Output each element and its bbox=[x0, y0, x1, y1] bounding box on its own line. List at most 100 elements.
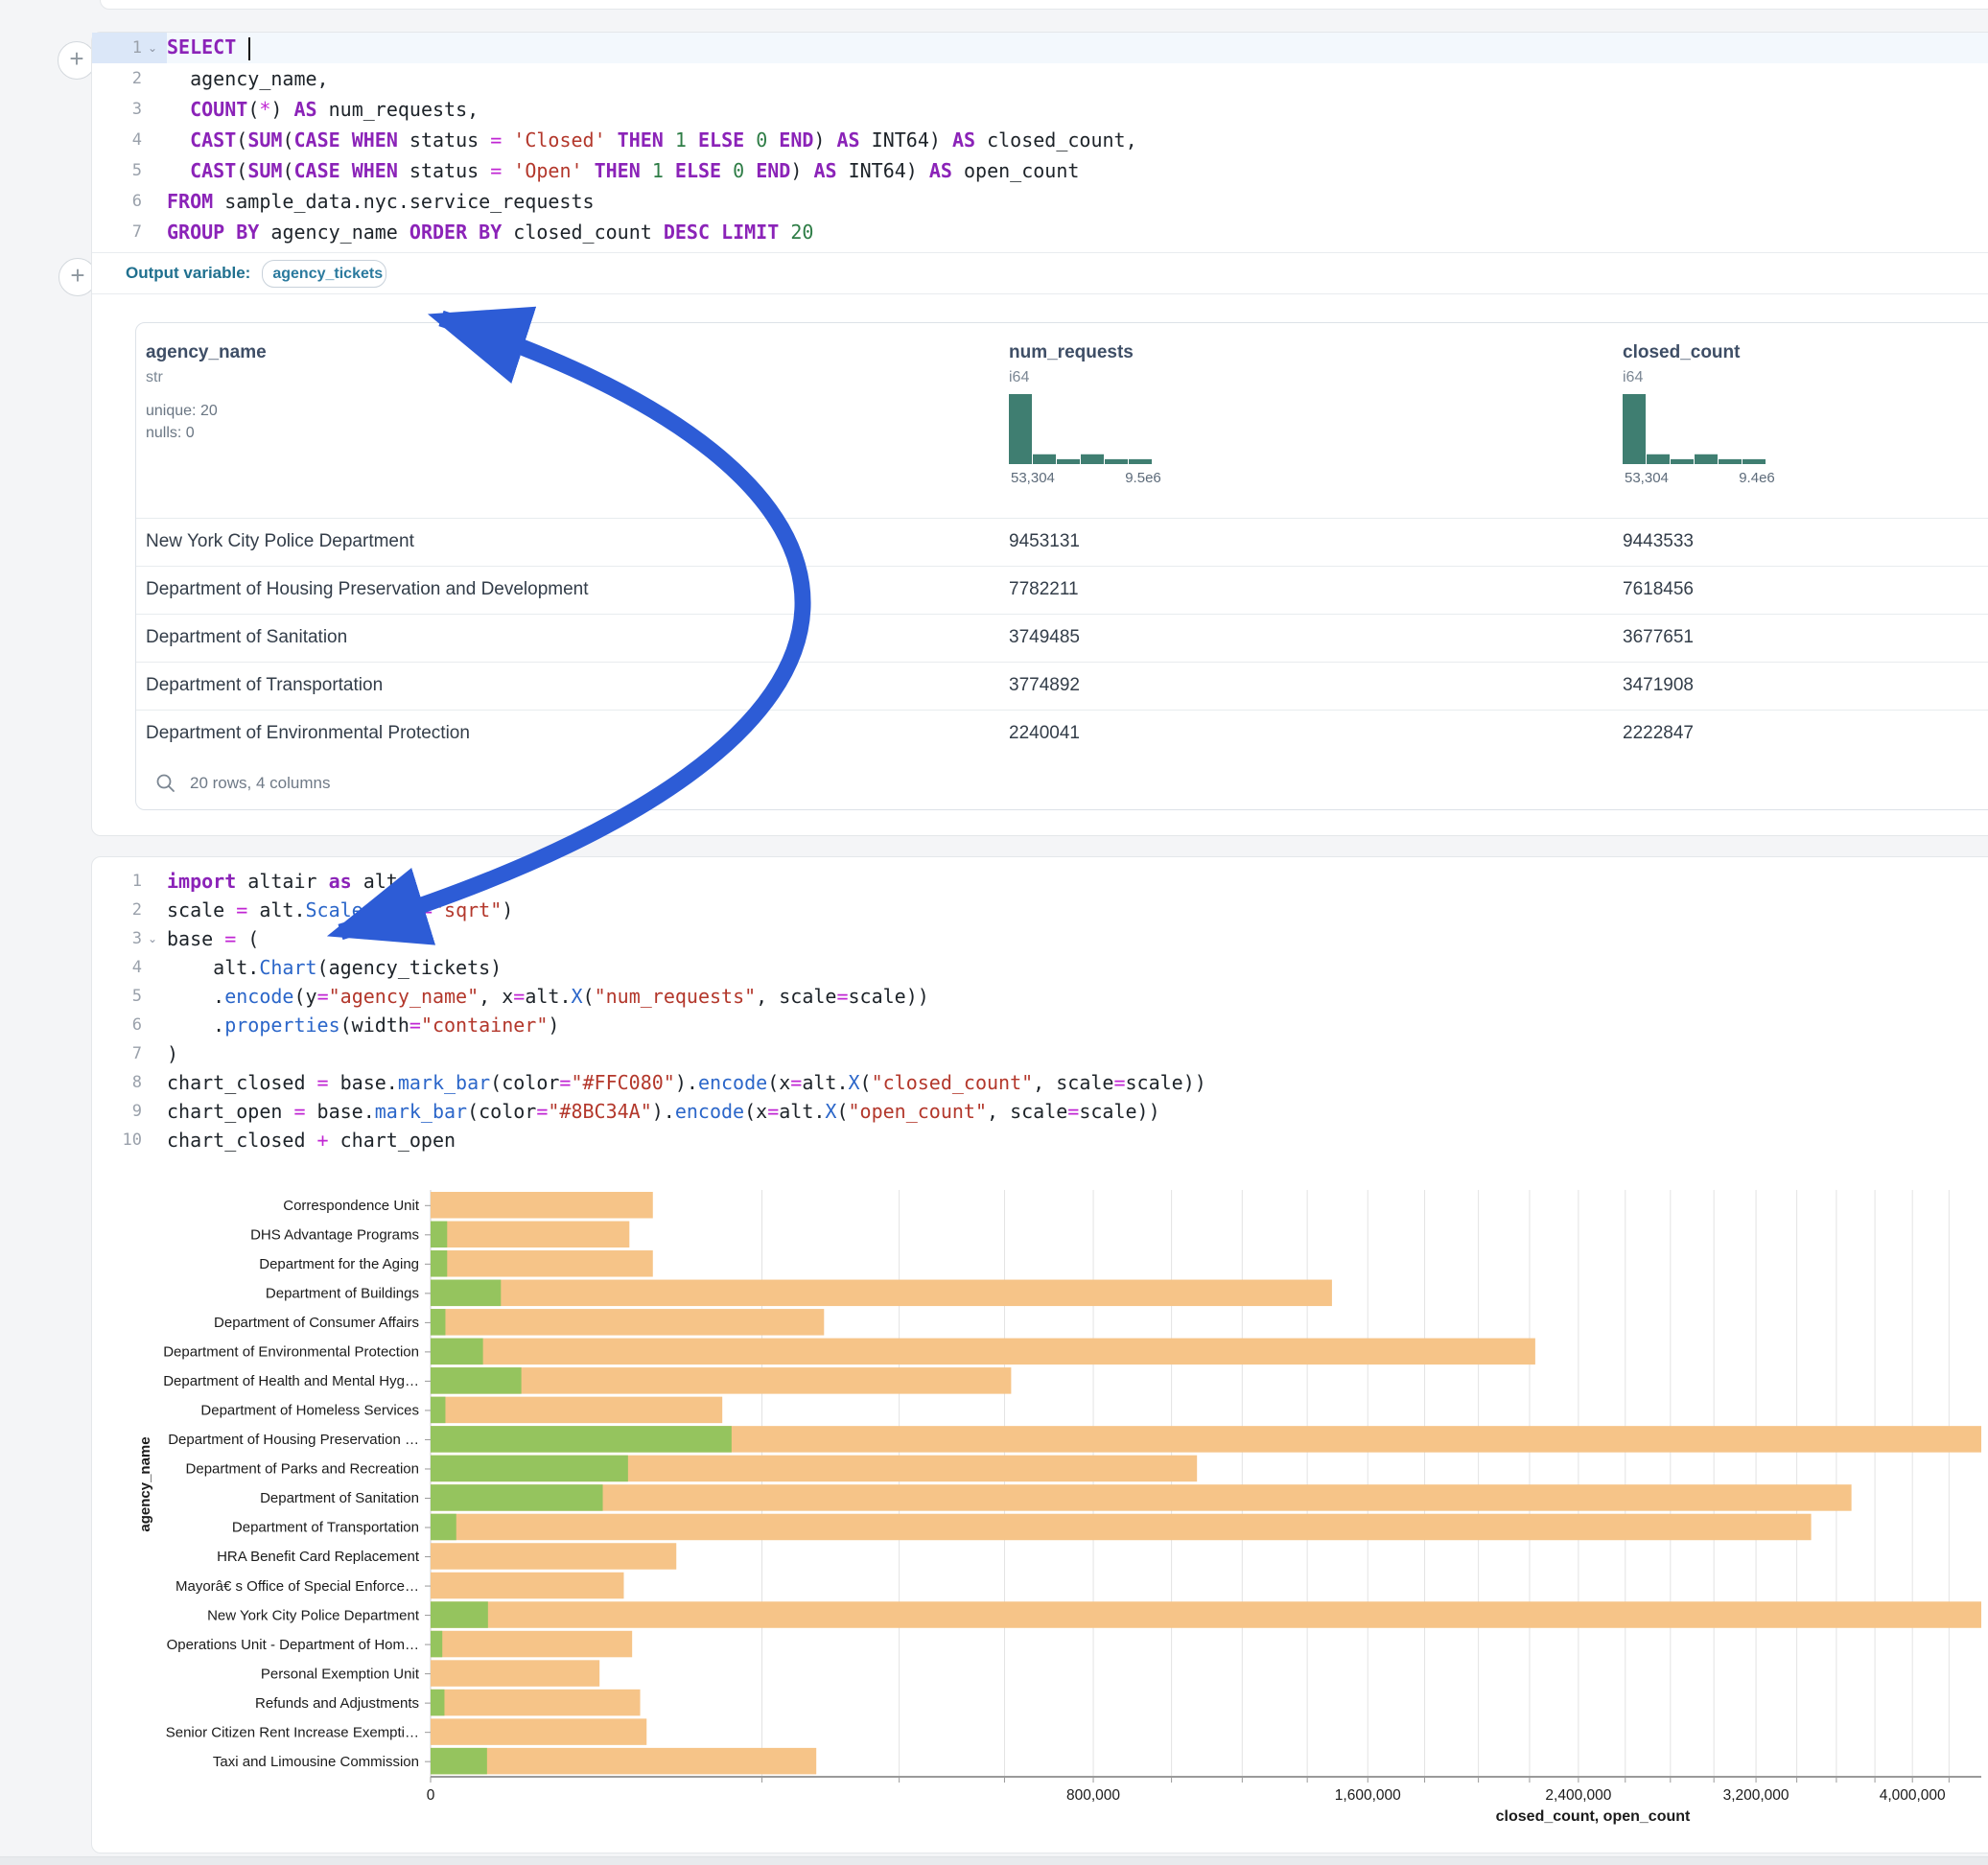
table-cell: 7782211 bbox=[1009, 579, 1079, 600]
table-row: Department of Sanitation37494853677651 bbox=[136, 614, 1988, 662]
line-number: 10 bbox=[92, 1131, 142, 1150]
table-row: Department of Housing Preservation and D… bbox=[136, 566, 1988, 614]
line-gutter: 5 bbox=[92, 155, 167, 186]
code-line[interactable]: 4 CAST(SUM(CASE WHEN status = 'Closed' T… bbox=[92, 125, 1988, 155]
column-type: i64 bbox=[1009, 369, 1210, 386]
bar-chart-svg: Correspondence UnitDHS Advantage Program… bbox=[111, 1188, 1981, 1840]
svg-text:Taxi and Limousine Commission: Taxi and Limousine Commission bbox=[213, 1754, 419, 1770]
line-number: 1 bbox=[92, 872, 142, 891]
closed-count-bar bbox=[431, 1250, 653, 1277]
table-row: New York City Police Department945313194… bbox=[136, 518, 1988, 566]
table-cell: 2222847 bbox=[1623, 723, 1694, 744]
svg-text:Department of Buildings: Department of Buildings bbox=[266, 1286, 419, 1302]
line-gutter: 6 bbox=[92, 186, 167, 217]
closed-count-bar bbox=[431, 1192, 653, 1219]
code-line[interactable]: 5 .encode(y="agency_name", x=alt.X("num_… bbox=[92, 982, 1988, 1011]
svg-text:Mayorâ€ s Office of Special En: Mayorâ€ s Office of Special Enforce… bbox=[175, 1578, 419, 1595]
open-count-bar bbox=[431, 1339, 483, 1365]
svg-text:0: 0 bbox=[427, 1787, 435, 1804]
closed-count-bar bbox=[431, 1514, 1812, 1541]
svg-text:closed_count, open_count: closed_count, open_count bbox=[1496, 1808, 1691, 1825]
open-count-bar bbox=[431, 1514, 456, 1541]
code-text: agency_name, bbox=[167, 67, 329, 90]
table-cell: Department of Housing Preservation and D… bbox=[146, 579, 589, 600]
table-cell: 3677651 bbox=[1623, 627, 1694, 648]
sql-cell-card: 1⌄SELECT 2 agency_name,3 COUNT(*) AS num… bbox=[91, 32, 1988, 836]
table-cell: 3774892 bbox=[1009, 675, 1080, 696]
line-number: 2 bbox=[92, 900, 142, 920]
code-text: CAST(SUM(CASE WHEN status = 'Closed' THE… bbox=[167, 128, 1137, 152]
line-gutter: 7 bbox=[92, 217, 167, 247]
line-number: 8 bbox=[92, 1073, 142, 1092]
code-line[interactable]: 1⌄ SELECT bbox=[92, 33, 1988, 63]
code-line[interactable]: 2scale = alt.Scale(type="sqrt") bbox=[92, 896, 1988, 924]
line-number: 5 bbox=[92, 161, 142, 180]
code-text: COUNT(*) AS num_requests, bbox=[167, 98, 479, 121]
line-number: 9 bbox=[92, 1102, 142, 1121]
svg-text:Correspondence Unit: Correspondence Unit bbox=[283, 1198, 420, 1214]
table-cell: 7618456 bbox=[1623, 579, 1694, 600]
svg-text:Department of Consumer Affairs: Department of Consumer Affairs bbox=[214, 1315, 419, 1331]
column-name: agency_name bbox=[146, 342, 267, 363]
code-text: chart_open = base.mark_bar(color="#8BC34… bbox=[167, 1100, 1160, 1123]
code-line[interactable]: 7GROUP BY agency_name ORDER BY closed_co… bbox=[92, 217, 1988, 247]
code-text: SELECT bbox=[167, 35, 250, 60]
code-line[interactable]: 10chart_closed + chart_open bbox=[92, 1126, 1988, 1154]
line-number: 6 bbox=[92, 1015, 142, 1035]
code-text: CAST(SUM(CASE WHEN status = 'Open' THEN … bbox=[167, 159, 1079, 182]
svg-text:Department for the Aging: Department for the Aging bbox=[259, 1256, 419, 1272]
chevron-down-icon[interactable]: ⌄ bbox=[142, 43, 163, 53]
open-count-bar bbox=[431, 1222, 447, 1248]
line-gutter: 8 bbox=[92, 1068, 167, 1097]
svg-text:9.4e6: 9.4e6 bbox=[1739, 470, 1775, 486]
table-cell: 3471908 bbox=[1623, 675, 1694, 696]
code-line[interactable]: 3 COUNT(*) AS num_requests, bbox=[92, 94, 1988, 125]
code-line[interactable]: 1import altair as alt bbox=[92, 867, 1988, 896]
sql-code-editor[interactable]: 1⌄SELECT 2 agency_name,3 COUNT(*) AS num… bbox=[92, 33, 1988, 247]
chevron-down-icon[interactable]: ⌄ bbox=[142, 934, 163, 944]
line-gutter: 2 bbox=[92, 63, 167, 94]
code-text: .encode(y="agency_name", x=alt.X("num_re… bbox=[167, 985, 929, 1008]
svg-text:3,200,000: 3,200,000 bbox=[1723, 1787, 1789, 1804]
search-icon[interactable] bbox=[155, 773, 176, 794]
code-line[interactable]: 8chart_closed = base.mark_bar(color="#FF… bbox=[92, 1068, 1988, 1097]
result-table-header: agency_namestrunique: 20nulls: 0num_requ… bbox=[136, 323, 1988, 518]
line-number: 4 bbox=[92, 958, 142, 977]
line-gutter: 3 bbox=[92, 94, 167, 125]
line-number: 1 bbox=[92, 38, 142, 58]
code-line[interactable]: 9 chart_open = base.mark_bar(color="#8BC3… bbox=[92, 1097, 1988, 1126]
column-histogram: 53,3049.4e6 bbox=[1623, 392, 1824, 488]
result-table-rows: New York City Police Department945313194… bbox=[136, 518, 1988, 758]
table-cell: 9443533 bbox=[1623, 531, 1694, 552]
svg-text:Department of Housing Preserva: Department of Housing Preservation … bbox=[168, 1432, 419, 1448]
add-cell-button-top[interactable]: + bbox=[58, 41, 96, 80]
svg-text:Department of Environmental Pr: Department of Environmental Protection bbox=[163, 1344, 419, 1361]
code-line[interactable]: 5 CAST(SUM(CASE WHEN status = 'Open' THE… bbox=[92, 155, 1988, 186]
open-count-bar bbox=[431, 1601, 488, 1628]
column-type: i64 bbox=[1623, 369, 1824, 386]
code-line[interactable]: 4 alt.Chart(agency_tickets) bbox=[92, 953, 1988, 982]
svg-text:Refunds and Adjustments: Refunds and Adjustments bbox=[255, 1695, 419, 1712]
table-cell: 9453131 bbox=[1009, 531, 1080, 552]
code-line[interactable]: 7) bbox=[92, 1039, 1988, 1068]
column-name: closed_count bbox=[1623, 342, 1824, 363]
code-line[interactable]: 2 agency_name, bbox=[92, 63, 1988, 94]
python-code-editor[interactable]: 1import altair as alt2scale = alt.Scale(… bbox=[92, 867, 1988, 1154]
code-text: GROUP BY agency_name ORDER BY closed_cou… bbox=[167, 221, 813, 244]
svg-text:53,304: 53,304 bbox=[1011, 470, 1055, 486]
code-line[interactable]: 3⌄base = ( bbox=[92, 924, 1988, 953]
column-stat: nulls: 0 bbox=[146, 422, 267, 444]
table-cell: 2240041 bbox=[1009, 723, 1080, 744]
code-line[interactable]: 6FROM sample_data.nyc.service_requests bbox=[92, 186, 1988, 217]
output-variable-pill[interactable]: agency_tickets bbox=[262, 260, 386, 288]
svg-text:2,400,000: 2,400,000 bbox=[1545, 1787, 1611, 1804]
svg-text:4,000,000: 4,000,000 bbox=[1880, 1787, 1946, 1804]
previous-cell-card bbox=[100, 0, 1988, 10]
code-line[interactable]: 6 .properties(width="container") bbox=[92, 1011, 1988, 1039]
svg-text:9.5e6: 9.5e6 bbox=[1125, 470, 1161, 486]
table-row: Department of Transportation377489234719… bbox=[136, 662, 1988, 710]
closed-count-bar bbox=[431, 1748, 816, 1775]
line-gutter: 5 bbox=[92, 982, 167, 1011]
line-gutter: 1 bbox=[92, 867, 167, 896]
y-axis-title: agency_name bbox=[137, 1436, 153, 1531]
